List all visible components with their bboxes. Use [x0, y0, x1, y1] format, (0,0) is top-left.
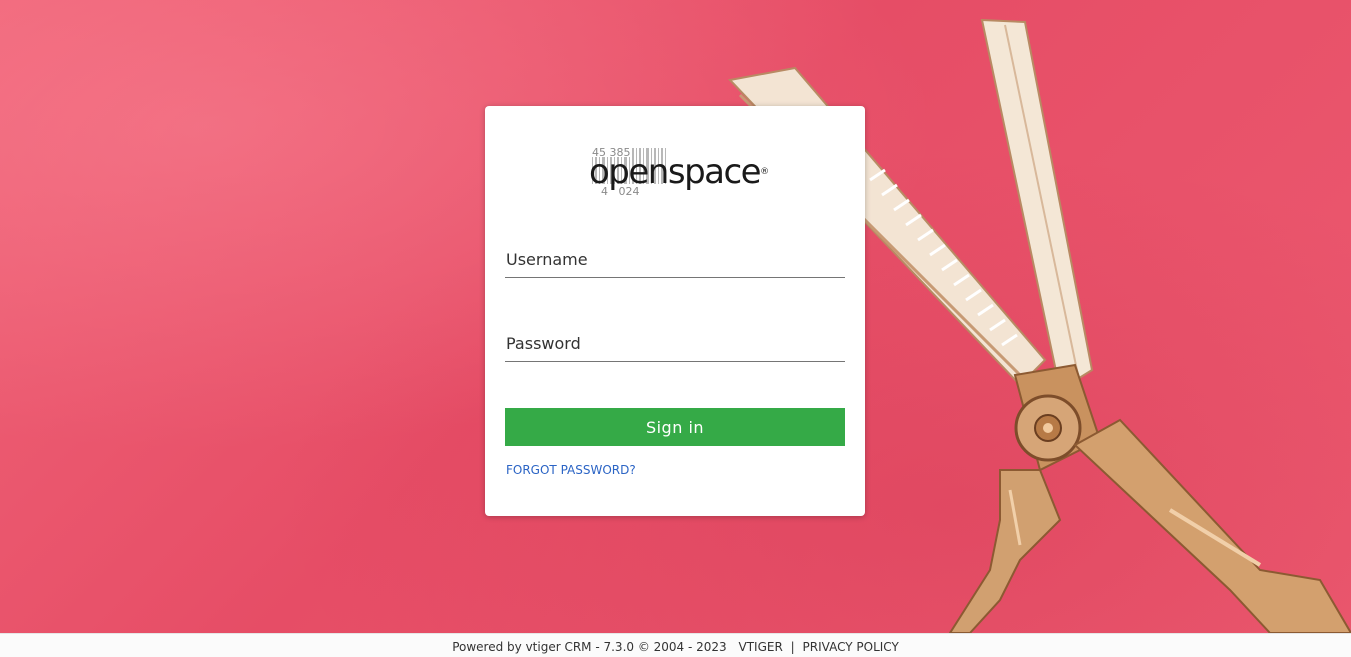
footer: Powered by vtiger CRM - 7.3.0 © 2004 - 2…	[0, 633, 1351, 657]
username-input[interactable]	[505, 242, 845, 277]
password-input[interactable]	[505, 326, 845, 361]
openspace-logo: 45 385 4 024 openspace®	[589, 144, 769, 200]
powered-by-text: Powered by vtiger CRM - 7.3.0 © 2004 - 2…	[452, 640, 727, 654]
logo-text: openspace	[589, 152, 762, 192]
privacy-policy-link[interactable]: PRIVACY POLICY	[803, 640, 899, 654]
vtiger-link[interactable]: VTIGER	[739, 640, 783, 654]
footer-separator: |	[790, 640, 795, 654]
sign-in-button[interactable]: Sign in	[505, 408, 845, 446]
username-field	[505, 242, 845, 278]
forgot-password-link[interactable]: FORGOT PASSWORD?	[506, 463, 636, 477]
registered-mark: ®	[760, 167, 770, 177]
password-field	[505, 326, 845, 362]
login-card: 45 385 4 024 openspace® Sign in FORGOT P…	[485, 106, 865, 516]
logo-wordmark: openspace®	[589, 152, 769, 192]
